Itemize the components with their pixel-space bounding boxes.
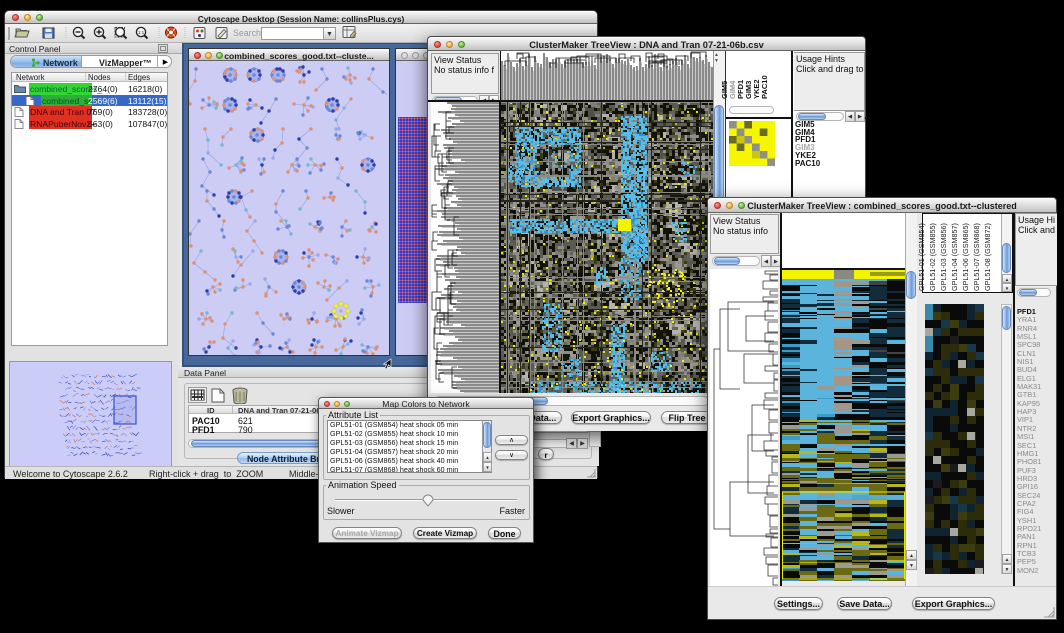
svg-text:1:1: 1:1 [138,30,145,35]
